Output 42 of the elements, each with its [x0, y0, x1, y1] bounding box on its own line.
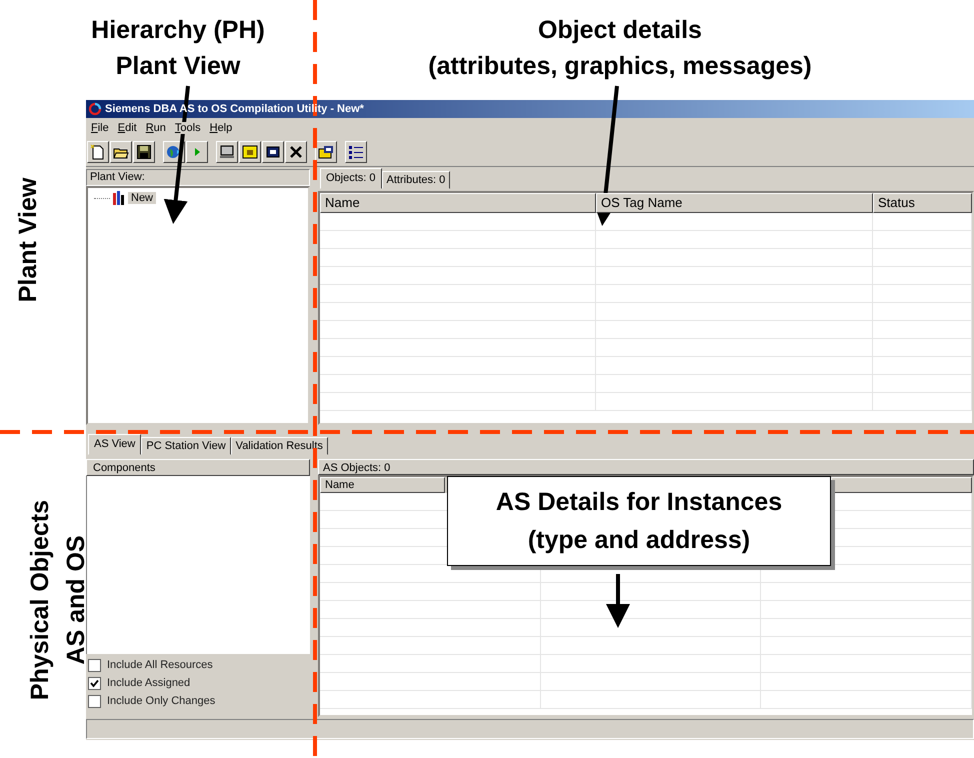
- checkbox[interactable]: [88, 694, 101, 708]
- annotation-heading: (attributes, graphics, messages): [428, 51, 812, 82]
- app-icon: [88, 102, 102, 116]
- list-caption: AS Objects: 0: [318, 459, 974, 475]
- tab[interactable]: Attributes: 0: [382, 171, 450, 189]
- tab[interactable]: AS View: [88, 434, 142, 455]
- tab[interactable]: Validation Results: [230, 437, 328, 455]
- checkbox[interactable]: [88, 658, 101, 672]
- annotation-heading: Plant View: [116, 51, 240, 82]
- callout-text: AS Details for Instances: [496, 487, 782, 518]
- monitor-icon[interactable]: [216, 141, 238, 163]
- column-header[interactable]: OS Tag Name: [596, 193, 873, 213]
- properties-icon[interactable]: [315, 141, 337, 163]
- folder-icon[interactable]: [239, 141, 261, 163]
- open-folder-icon[interactable]: [110, 141, 132, 163]
- side-label: Physical Objects: [25, 500, 55, 700]
- column-header[interactable]: Name: [320, 193, 596, 213]
- column-header[interactable]: [831, 477, 972, 493]
- annotation-heading: Hierarchy (PH): [91, 15, 265, 46]
- play-icon[interactable]: [186, 141, 208, 163]
- checkbox-label: Include All Resources: [107, 659, 213, 671]
- column-header[interactable]: Components: [86, 459, 310, 476]
- annotation-heading: Object details: [538, 15, 702, 46]
- checkbox-label: Include Assigned: [107, 677, 190, 689]
- list-icon[interactable]: [345, 141, 367, 163]
- side-label: Plant View: [13, 178, 43, 302]
- new-file-icon[interactable]: [87, 141, 109, 163]
- arrow: [606, 574, 630, 628]
- device-icon[interactable]: [262, 141, 284, 163]
- tab[interactable]: PC Station View: [141, 437, 231, 455]
- side-label: AS and OS: [61, 535, 91, 665]
- column-header[interactable]: Status: [873, 193, 972, 213]
- pane-header: Plant View:: [86, 169, 310, 186]
- tab[interactable]: Objects: 0: [320, 168, 382, 189]
- delete-icon[interactable]: [285, 141, 307, 163]
- tree-item[interactable]: New: [128, 192, 156, 204]
- save-icon[interactable]: [133, 141, 155, 163]
- plant-icon: [111, 190, 127, 206]
- checkbox-label: Include Only Changes: [107, 695, 216, 707]
- checkbox[interactable]: [88, 676, 101, 690]
- callout-text: (type and address): [528, 525, 750, 556]
- column-header[interactable]: Name: [320, 477, 445, 493]
